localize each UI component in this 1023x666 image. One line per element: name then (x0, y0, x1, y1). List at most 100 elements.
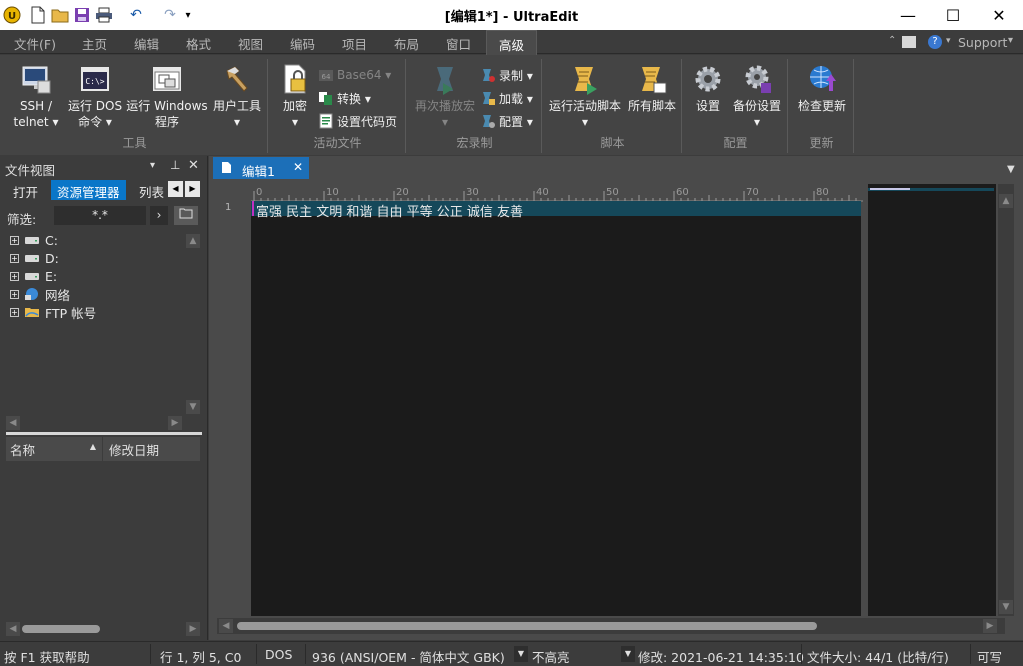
horizontal-scroll-thumb[interactable] (237, 622, 817, 630)
backup-settings-button[interactable]: 备份设置 ▾ (728, 63, 786, 130)
set-codepage-button[interactable]: 设置代码页 (318, 111, 397, 131)
print-icon[interactable] (94, 5, 114, 25)
vertical-scrollbar[interactable]: ▲ ▼ (998, 184, 1014, 616)
status-help: 按 F1 获取帮助 (4, 650, 90, 665)
tab-list-dropdown-icon[interactable]: ▼ (1007, 164, 1015, 175)
column-date-header[interactable]: 修改日期 (103, 437, 200, 461)
run-active-script-button[interactable]: 运行活动脚本 ▾ (546, 63, 624, 130)
list-scroll-thumb[interactable] (22, 625, 100, 633)
status-mode[interactable]: 可写 (977, 647, 1002, 666)
status-position[interactable]: 行 1, 列 5, C0 (160, 647, 241, 666)
tree-item[interactable]: + C: (10, 231, 58, 249)
load-macro-button[interactable]: 加载 ▾ (480, 88, 533, 108)
tree-scroll-right-icon[interactable]: ▶ (168, 416, 182, 430)
scroll-up-icon[interactable]: ▲ (999, 194, 1013, 208)
panel-close-icon[interactable]: ✕ (188, 158, 199, 173)
status-encoding[interactable]: 936 (ANSI/OEM - 简体中文 GBK) (312, 647, 505, 666)
panel-dropdown-icon[interactable]: ▾ (150, 160, 155, 171)
undo-icon[interactable]: ↶ (126, 5, 146, 25)
tab-close-icon[interactable]: ✕ (293, 160, 303, 174)
check-updates-button[interactable]: 检查更新 (794, 63, 850, 114)
ssh-telnet-button[interactable]: SSH / telnet ▾ (6, 63, 66, 130)
window-title: [编辑1*] - UltraEdit (444, 10, 579, 25)
tree-scroll-down-icon[interactable]: ▼ (186, 400, 200, 414)
horizontal-scrollbar[interactable]: ◀ ▶ (217, 618, 1005, 634)
support-dropdown-icon[interactable]: ▾ (1008, 35, 1013, 46)
ribbon-group-script: 运行活动脚本 ▾ 所有脚本 脚本 (544, 59, 682, 153)
minimize-button[interactable]: — (885, 0, 931, 30)
tree-item[interactable]: + FTP 帐号 (10, 303, 96, 321)
scroll-right-icon[interactable]: ▶ (983, 619, 997, 633)
expand-icon[interactable]: + (10, 235, 19, 245)
browse-folder-icon[interactable] (174, 206, 198, 225)
menu-format[interactable]: 格式 (186, 34, 211, 53)
tab-open[interactable]: 打开 (7, 180, 44, 200)
status-line-ending[interactable]: DOS (265, 647, 292, 662)
editor-text-area[interactable]: 富强 民主 文明 和谐 自由 平等 公正 诚信 友善 (251, 201, 861, 616)
expand-icon[interactable]: + (10, 253, 19, 263)
tree-scroll-left-icon[interactable]: ◀ (6, 416, 20, 430)
ruler-label: 20 (396, 187, 409, 198)
expand-icon[interactable]: + (10, 307, 19, 317)
tree-item[interactable]: + 网络 (10, 285, 70, 303)
collapse-ribbon-icon[interactable]: ⌃ (888, 35, 896, 46)
base64-button[interactable]: 64 Base64 ▾ (318, 65, 391, 85)
convert-button[interactable]: 转换 ▾ (318, 88, 371, 108)
app-logo-icon[interactable]: U (2, 5, 22, 25)
customize-quick-access-icon[interactable]: ▾ (178, 5, 198, 25)
pin-icon[interactable]: ⊥ (170, 158, 180, 172)
menu-advanced[interactable]: 高级 (486, 30, 538, 55)
menu-file[interactable]: 文件(F) (14, 34, 56, 53)
tree-scroll-up-icon[interactable]: ▲ (186, 234, 200, 248)
encrypt-button[interactable]: 加密 ▾ (276, 63, 314, 130)
tabs-scroll-left-icon[interactable]: ◀ (168, 181, 183, 197)
help-dropdown-icon[interactable]: ▾ (946, 36, 951, 46)
windows-program-icon (153, 67, 181, 91)
support-menu[interactable]: Support (958, 35, 1007, 50)
apply-filter-icon[interactable]: › (150, 206, 168, 225)
text-cursor (252, 201, 254, 216)
scroll-left-icon[interactable]: ◀ (219, 619, 233, 633)
menu-layout[interactable]: 布局 (394, 34, 419, 53)
list-scroll-left-icon[interactable]: ◀ (6, 622, 20, 636)
tab-editor-1[interactable]: 编辑1 ✕ (213, 157, 309, 179)
list-scroll-right-icon[interactable]: ▶ (186, 622, 200, 636)
menu-home[interactable]: 主页 (82, 34, 107, 53)
expand-icon[interactable]: + (10, 271, 19, 281)
tree-item[interactable]: + D: (10, 249, 59, 267)
record-macro-button[interactable]: 录制 ▾ (480, 65, 533, 85)
save-icon[interactable] (72, 5, 92, 25)
configure-macro-button[interactable]: 配置 ▾ (480, 111, 533, 131)
run-dos-command-button[interactable]: C:\> 运行 DOS 命令 ▾ (64, 63, 126, 130)
menu-edit[interactable]: 编辑 (134, 34, 159, 53)
menu-window[interactable]: 窗口 (446, 34, 471, 53)
panel-splitter[interactable] (6, 432, 202, 435)
user-tools-button[interactable]: 用户工具 ▾ (208, 63, 266, 130)
help-icon[interactable]: ? (928, 35, 942, 49)
status-highlight[interactable]: 不高亮 (532, 647, 570, 666)
replay-macro-button[interactable]: 再次播放宏 ▾ (410, 63, 480, 130)
encoding-dropdown-icon[interactable]: ▼ (514, 646, 528, 662)
close-button[interactable]: ✕ (976, 0, 1022, 30)
menu-encoding[interactable]: 编码 (290, 34, 315, 53)
display-mode-icon[interactable] (902, 36, 916, 48)
open-folder-icon[interactable] (50, 5, 70, 25)
tab-explorer[interactable]: 资源管理器 (51, 180, 126, 200)
filter-input[interactable]: *.* (54, 206, 146, 225)
column-name-header[interactable]: 名称 ▲ (6, 437, 102, 461)
tab-list[interactable]: 列表 (133, 180, 170, 200)
tabs-scroll-right-icon[interactable]: ▶ (185, 181, 200, 197)
tree-item[interactable]: + E: (10, 267, 57, 285)
scroll-down-icon[interactable]: ▼ (999, 600, 1013, 614)
run-windows-program-button[interactable]: 运行 Windows 程序 (124, 63, 210, 130)
new-file-icon[interactable] (28, 5, 48, 25)
maximize-button[interactable]: ☐ (930, 0, 976, 30)
menu-project[interactable]: 项目 (342, 34, 367, 53)
menu-view[interactable]: 视图 (238, 34, 263, 53)
settings-button[interactable]: 设置 (688, 63, 728, 114)
minimap[interactable] (868, 184, 996, 616)
redo-icon[interactable]: ↷ (160, 5, 180, 25)
highlight-dropdown-icon[interactable]: ▼ (621, 646, 635, 662)
expand-icon[interactable]: + (10, 289, 19, 299)
all-scripts-button[interactable]: 所有脚本 (624, 63, 680, 114)
